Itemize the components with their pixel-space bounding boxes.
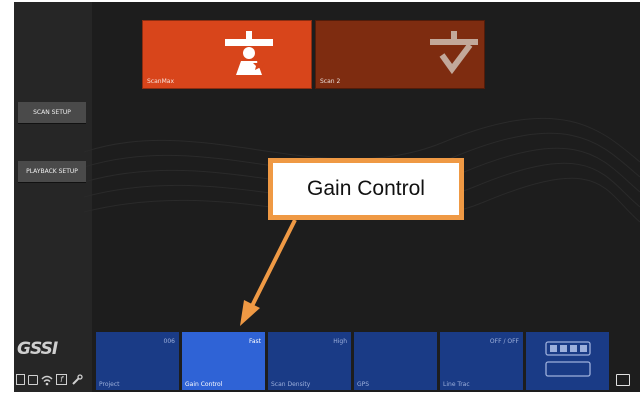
scan-density-label: Scan Density: [271, 381, 311, 388]
sidebar: [14, 2, 92, 392]
line-trac-value: OFF / OFF: [489, 338, 519, 345]
screen-icon: [16, 374, 25, 385]
project-label: Project: [99, 381, 120, 388]
playback-setup-button[interactable]: PLAYBACK SETUP: [18, 161, 86, 182]
project-value: 006: [163, 338, 175, 345]
more-options-tile[interactable]: [526, 332, 609, 390]
tile-label: Scan 2: [320, 78, 341, 85]
callout-text: Gain Control: [307, 177, 425, 200]
wifi-icon: [41, 375, 53, 386]
gain-control-value: Fast: [248, 338, 261, 345]
status-icons: f: [16, 373, 90, 387]
gps-tile[interactable]: GPS: [354, 332, 437, 390]
gain-control-label: Gain Control: [185, 381, 223, 388]
tile-scan2[interactable]: Scan 2: [315, 20, 485, 89]
scan-density-value: High: [333, 338, 347, 345]
scan-density-tile[interactable]: High Scan Density: [268, 332, 351, 390]
tablet-icon: [28, 375, 38, 385]
tools-icon: [72, 374, 83, 385]
tile-label: ScanMax: [147, 78, 174, 85]
tile-scanmax[interactable]: ScanMax: [142, 20, 312, 89]
line-trac-label: Line Trac: [443, 381, 470, 388]
gain-control-tile[interactable]: Fast Gain Control: [182, 332, 265, 390]
gssi-logo: GSSI: [17, 339, 58, 359]
gps-label: GPS: [357, 381, 370, 388]
gain-control-callout: Gain Control: [268, 158, 464, 220]
function-icon: f: [56, 374, 67, 385]
scan-setup-label: SCAN SETUP: [33, 109, 71, 116]
line-trac-tile[interactable]: OFF / OFF Line Trac: [440, 332, 523, 390]
playback-setup-label: PLAYBACK SETUP: [26, 168, 78, 175]
project-tile[interactable]: 006 Project: [96, 332, 179, 390]
scan-tool-icon: [430, 31, 478, 75]
scan-setup-button[interactable]: SCAN SETUP: [18, 102, 86, 123]
fullscreen-icon[interactable]: [616, 374, 630, 386]
person-scanner-icon: [225, 31, 273, 75]
grid-menu-icon: [545, 341, 591, 377]
app-screen: ScanMax Scan 2 SCAN SETUP PLAYBACK SETUP…: [14, 2, 640, 392]
